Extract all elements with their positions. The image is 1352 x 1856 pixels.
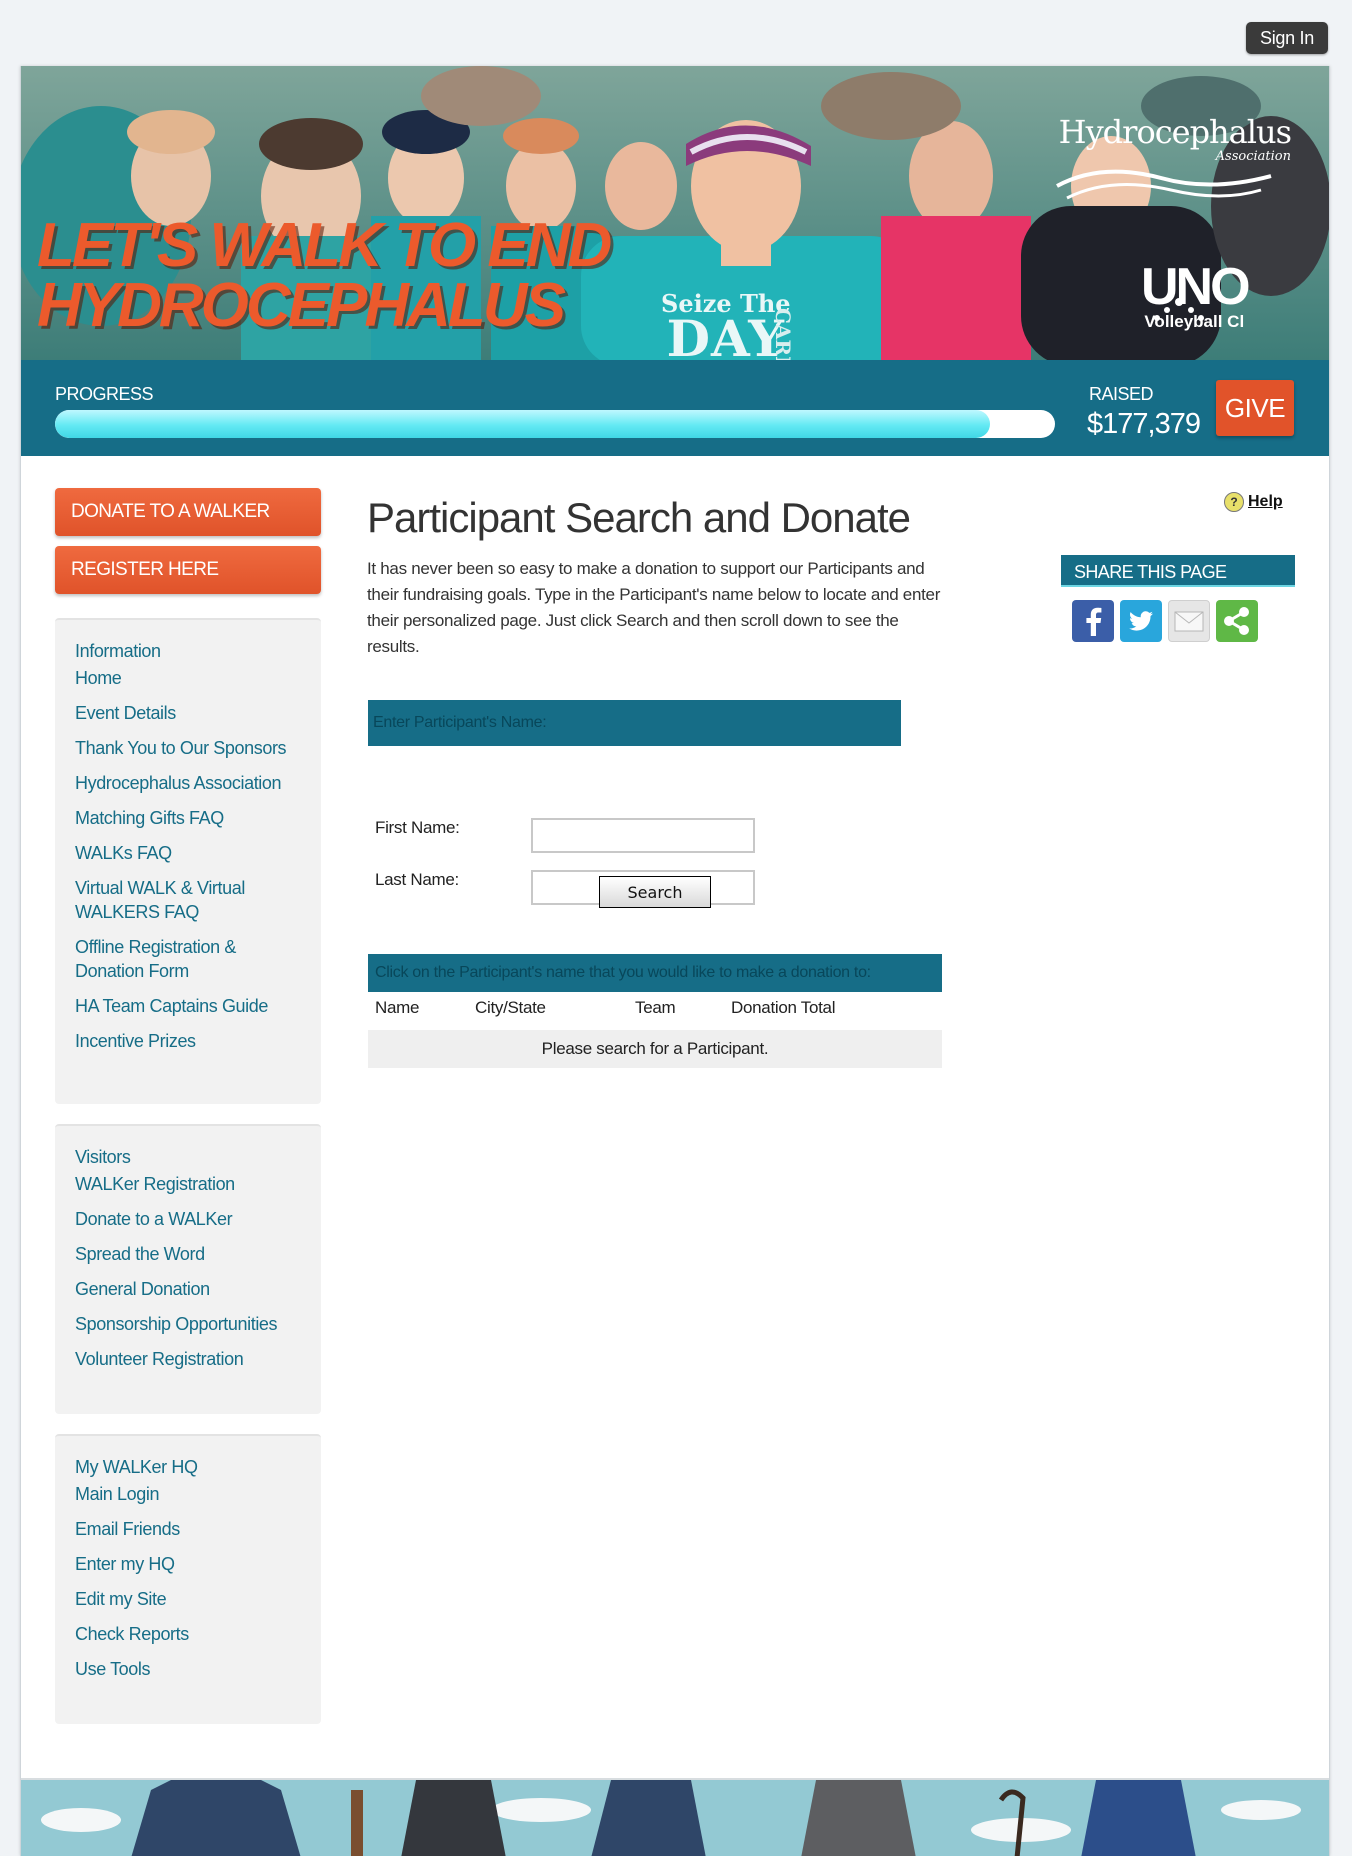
nav-heading-information: Information	[75, 641, 161, 661]
nav-link-email-friends[interactable]: Email Friends	[75, 1517, 301, 1541]
nav-link-sponsors[interactable]: Thank You to Our Sponsors	[75, 736, 301, 760]
headline-line-2: HYDROCEPHALUS	[37, 271, 566, 340]
nav-link-enter-hq[interactable]: Enter my HQ	[75, 1552, 301, 1576]
nav-link-virtual-walk-faq[interactable]: Virtual WALK & Virtual WALKERS FAQ	[75, 876, 301, 924]
search-form-heading: Enter Participant's Name:	[368, 700, 901, 746]
nav-link-donate-to-walker[interactable]: Donate to a WALKer	[75, 1207, 301, 1231]
results-col-donation-total: Donation Total	[731, 998, 836, 1017]
nav-section-information: Information Home Event Details Thank You…	[55, 618, 321, 1104]
hero-banner: LET'S WALK TO END HYDROCEPHALUS Seize Th…	[21, 66, 1329, 360]
nav-link-hydrocephalus-association[interactable]: Hydrocephalus Association	[75, 771, 301, 795]
nav-link-home[interactable]: Home	[75, 666, 301, 690]
nav-link-team-captains-guide[interactable]: HA Team Captains Guide	[75, 994, 301, 1018]
logo-sub: Association	[1215, 149, 1291, 164]
first-name-label: First Name:	[375, 818, 460, 837]
help-link[interactable]: ? Help	[1224, 492, 1283, 512]
footer-illustration	[21, 1778, 1329, 1856]
nav-link-walks-faq[interactable]: WALKs FAQ	[75, 841, 301, 865]
facebook-icon[interactable]	[1072, 600, 1114, 642]
intro-text: It has never been so easy to make a dona…	[367, 559, 941, 656]
progress-section: PROGRESS RAISED $177,379 GIVE	[21, 360, 1329, 456]
nav-link-volunteer-registration[interactable]: Volunteer Registration	[75, 1347, 301, 1371]
share-icon[interactable]	[1216, 600, 1258, 642]
first-name-input[interactable]	[531, 818, 755, 853]
raised-label: RAISED	[1089, 384, 1154, 404]
donate-to-walker-button[interactable]: DONATE TO A WALKER	[55, 488, 321, 536]
logo-name: Hydrocephalus	[1058, 113, 1292, 151]
nav-link-sponsorship-opportunities[interactable]: Sponsorship Opportunities	[75, 1312, 301, 1336]
nav-link-main-login[interactable]: Main Login	[75, 1482, 301, 1506]
give-button[interactable]: GIVE	[1216, 380, 1294, 436]
progress-label: PROGRESS	[55, 384, 154, 404]
results-heading: Click on the Participant's name that you…	[368, 954, 942, 992]
sign-in-button[interactable]: Sign In	[1246, 22, 1328, 54]
footer-walkers-illustration	[21, 1780, 1329, 1856]
nav-link-matching-gifts-faq[interactable]: Matching Gifts FAQ	[75, 806, 301, 830]
share-heading: SHARE THIS PAGE	[1061, 555, 1295, 587]
nav-link-general-donation[interactable]: General Donation	[75, 1277, 301, 1301]
nav-link-walker-registration[interactable]: WALKer Registration	[75, 1172, 301, 1196]
tshirt-text: Seize The DAY CARP	[661, 292, 795, 361]
twitter-icon[interactable]	[1120, 600, 1162, 642]
progress-track	[55, 410, 1055, 438]
results-empty-message: Please search for a Participant.	[368, 1030, 942, 1068]
results-col-name: Name	[375, 998, 420, 1017]
hydrocephalus-association-logo: Hydrocephalus Association	[1049, 96, 1309, 196]
nav-heading-visitors: Visitors	[75, 1147, 131, 1167]
nav-link-offline-registration[interactable]: Offline Registration & Donation Form	[75, 935, 301, 983]
page-title: Participant Search and Donate	[367, 494, 911, 541]
banner-headline: LET'S WALK TO END HYDROCEPHALUS	[37, 211, 612, 340]
progress-fill	[55, 410, 990, 438]
nav-heading-walker-hq: My WALKer HQ	[75, 1457, 198, 1477]
nav-link-edit-site[interactable]: Edit my Site	[75, 1587, 301, 1611]
hoodie-line-2: Volleyball Cl	[1144, 312, 1245, 331]
hoodie-line-1: UNO	[1141, 258, 1251, 316]
nav-link-check-reports[interactable]: Check Reports	[75, 1622, 301, 1646]
nav-link-use-tools[interactable]: Use Tools	[75, 1657, 301, 1681]
last-name-label: Last Name:	[375, 870, 459, 889]
register-here-button[interactable]: REGISTER HERE	[55, 546, 321, 594]
help-icon: ?	[1224, 492, 1244, 512]
hoodie-text: UNO Volleyball Cl	[1141, 258, 1251, 332]
results-col-team: Team	[635, 998, 676, 1017]
nav-link-incentive-prizes[interactable]: Incentive Prizes	[75, 1029, 301, 1053]
nav-section-visitors: Visitors WALKer Registration Donate to a…	[55, 1124, 321, 1414]
nav-link-spread-the-word[interactable]: Spread the Word	[75, 1242, 301, 1266]
tshirt-line-3: CARP	[771, 308, 795, 360]
raised-amount: $177,379	[1087, 408, 1201, 440]
results-col-city-state: City/State	[475, 998, 546, 1017]
nav-link-event-details[interactable]: Event Details	[75, 701, 301, 725]
help-label: Help	[1248, 493, 1283, 510]
email-icon[interactable]	[1168, 600, 1210, 642]
search-button[interactable]: Search	[599, 876, 711, 908]
nav-section-walker-hq: My WALKer HQ Main Login Email Friends En…	[55, 1434, 321, 1724]
page-container: LET'S WALK TO END HYDROCEPHALUS Seize Th…	[20, 66, 1330, 1856]
headline-line-1: LET'S WALK TO END	[37, 211, 612, 280]
